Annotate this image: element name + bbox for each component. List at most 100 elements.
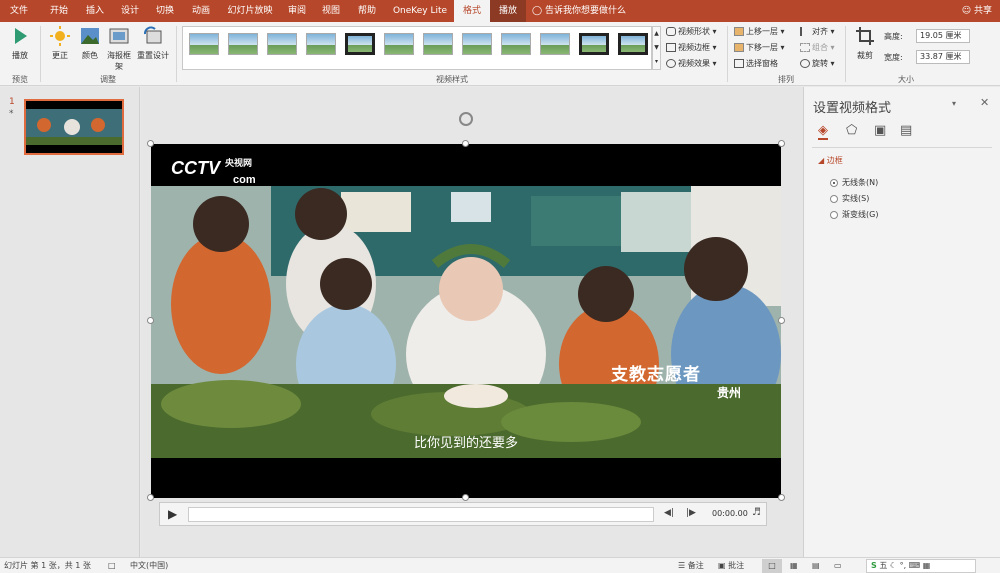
play-icon[interactable]: ▶ [168, 507, 177, 521]
video-shape-button[interactable]: 视频形状 ▾ [666, 26, 717, 37]
video-effects-button[interactable]: 视频效果 ▾ [666, 58, 717, 69]
resize-handle-bottom[interactable] [462, 494, 469, 501]
gradient-line-option[interactable]: 渐变线(G) [830, 209, 878, 220]
video-object[interactable]: CCTV 央视网 com 支教志愿者 贵州 比你见到的还要多 [151, 144, 781, 498]
tell-me-search[interactable]: ◯ 告诉我你想要做什么 [532, 0, 626, 22]
poster-frame-button[interactable]: 海报框架 [104, 26, 134, 72]
tab-transitions[interactable]: 切换 [150, 0, 180, 22]
video-style-thumbnail[interactable] [618, 33, 648, 55]
tab-design[interactable]: 设计 [115, 0, 145, 22]
video-style-thumbnail[interactable] [306, 33, 336, 55]
corrections-button[interactable]: 更正 [46, 26, 74, 61]
slideshow-icon[interactable]: ▭ [834, 558, 842, 573]
radio-icon[interactable] [830, 210, 838, 219]
reset-design-label: 重置设计 [137, 51, 169, 60]
tab-onekey-lite[interactable]: OneKey Lite [390, 0, 450, 22]
ime-toolbar[interactable]: S 五 ☾ °, ⌨ ▦ [866, 559, 976, 573]
more-icon[interactable]: ▾ [653, 55, 660, 69]
resize-handle-top[interactable] [462, 140, 469, 147]
no-line-option[interactable]: 无线条(N) [830, 177, 878, 188]
slide-sorter-icon[interactable]: ▦ [790, 558, 798, 573]
comments-button[interactable]: ▣ 批注 [718, 558, 744, 573]
notes-button[interactable]: ☰ 备注 [678, 558, 704, 573]
tab-slideshow[interactable]: 幻灯片放映 [224, 0, 276, 22]
chevron-up-icon[interactable]: ▲ [653, 27, 660, 41]
tab-format[interactable]: 格式 [454, 0, 490, 22]
tab-review[interactable]: 审阅 [282, 0, 312, 22]
tab-file[interactable]: 文件 [4, 0, 34, 22]
play-button[interactable]: 播放 [6, 26, 34, 61]
video-style-thumbnail[interactable] [189, 33, 219, 55]
radio-selected-icon[interactable] [830, 178, 838, 187]
tab-playback[interactable]: 播放 [490, 0, 526, 22]
size-properties-icon[interactable]: ▣ [874, 123, 886, 138]
playback-timeline[interactable] [188, 507, 654, 522]
video-style-thumbnail[interactable] [540, 33, 570, 55]
step-forward-icon[interactable]: |▶ [686, 508, 696, 518]
resize-handle-top-right[interactable] [778, 140, 785, 147]
border-section-header[interactable]: ◢ 边框 [818, 155, 843, 166]
tab-home[interactable]: 开始 [44, 0, 74, 22]
video-style-thumbnail[interactable] [345, 33, 375, 55]
ribbon: 播放 预览 更正 颜色 海报框架 重置设计 调整 ▲ ▼ ▾ 视频形状 ▾ 视频… [0, 22, 1000, 86]
accessibility-icon[interactable]: □ [108, 558, 116, 573]
video-border-button[interactable]: 视频边框 ▾ [666, 42, 717, 53]
video-tab-icon[interactable]: ▤ [900, 123, 912, 138]
selection-pane-button[interactable]: 选择窗格 [734, 58, 778, 69]
reading-view-icon[interactable]: ▤ [812, 558, 820, 573]
volume-icon[interactable]: ♬ [752, 507, 761, 518]
video-style-thumbnail[interactable] [423, 33, 453, 55]
video-location-overlay: 贵州 [717, 386, 742, 400]
crop-button[interactable]: 裁剪 [851, 26, 879, 61]
slide-thumbnail-image [26, 101, 122, 153]
video-styles-gallery[interactable] [182, 26, 652, 70]
rotate-button[interactable]: 旋转 ▾ [800, 58, 835, 69]
height-field[interactable]: 19.05 厘米 [916, 29, 970, 43]
tab-help[interactable]: 帮助 [352, 0, 382, 22]
resize-handle-bottom-left[interactable] [147, 494, 154, 501]
radio-icon[interactable] [830, 194, 838, 203]
color-button[interactable]: 颜色 [76, 26, 104, 61]
resize-handle-bottom-right[interactable] [778, 494, 785, 501]
video-style-thumbnail[interactable] [579, 33, 609, 55]
reset-design-button[interactable]: 重置设计 [136, 26, 170, 61]
group-separator [176, 26, 177, 82]
close-icon[interactable]: ✕ [980, 96, 989, 109]
tab-animations[interactable]: 动画 [186, 0, 216, 22]
poster-frame-icon [109, 28, 129, 44]
video-style-thumbnail[interactable] [228, 33, 258, 55]
tab-view[interactable]: 视图 [316, 0, 346, 22]
resize-handle-right[interactable] [778, 317, 785, 324]
group-label-adjust: 调整 [100, 75, 116, 84]
width-field[interactable]: 33.87 厘米 [916, 50, 970, 64]
chevron-down-icon[interactable]: ▼ [653, 41, 660, 55]
solid-line-option[interactable]: 实线(S) [830, 193, 869, 204]
gallery-scroll[interactable]: ▲ ▼ ▾ [652, 26, 661, 70]
video-style-thumbnail[interactable] [501, 33, 531, 55]
normal-view-icon[interactable]: □ [762, 559, 782, 573]
share-button[interactable]: ☺ 共享 [962, 0, 992, 22]
video-style-thumbnail[interactable] [384, 33, 414, 55]
bring-forward-button[interactable]: 上移一层 ▾ [734, 26, 785, 37]
pane-options-dropdown-icon[interactable]: ▾ [952, 99, 956, 108]
group-objects-button[interactable]: 组合 ▾ [800, 42, 835, 53]
send-backward-label: 下移一层 [746, 43, 778, 52]
resize-handle-top-left[interactable] [147, 140, 154, 147]
effects-pentagon-icon[interactable]: ⬠ [846, 123, 857, 138]
no-line-label: 无线条(N) [842, 178, 879, 187]
format-pane-title: 设置视频格式 [813, 101, 892, 116]
video-style-thumbnail[interactable] [462, 33, 492, 55]
slide-number: 1 [9, 97, 15, 107]
step-back-icon[interactable]: ◀| [664, 508, 674, 518]
slide-thumbnail[interactable] [24, 99, 124, 155]
rotate-handle[interactable] [459, 112, 473, 126]
media-player-bar: ▶ ◀| |▶ 00:00.00 ♬ [159, 502, 767, 526]
ime-keyboard-icon: ⌨ [908, 561, 921, 570]
resize-handle-left[interactable] [147, 317, 154, 324]
align-button[interactable]: 对齐 ▾ [800, 26, 835, 37]
language-indicator[interactable]: 中文(中国) [130, 558, 168, 573]
tab-insert[interactable]: 插入 [80, 0, 110, 22]
send-backward-button[interactable]: 下移一层 ▾ [734, 42, 785, 53]
video-style-thumbnail[interactable] [267, 33, 297, 55]
fill-line-icon[interactable]: ◈ [818, 123, 828, 140]
